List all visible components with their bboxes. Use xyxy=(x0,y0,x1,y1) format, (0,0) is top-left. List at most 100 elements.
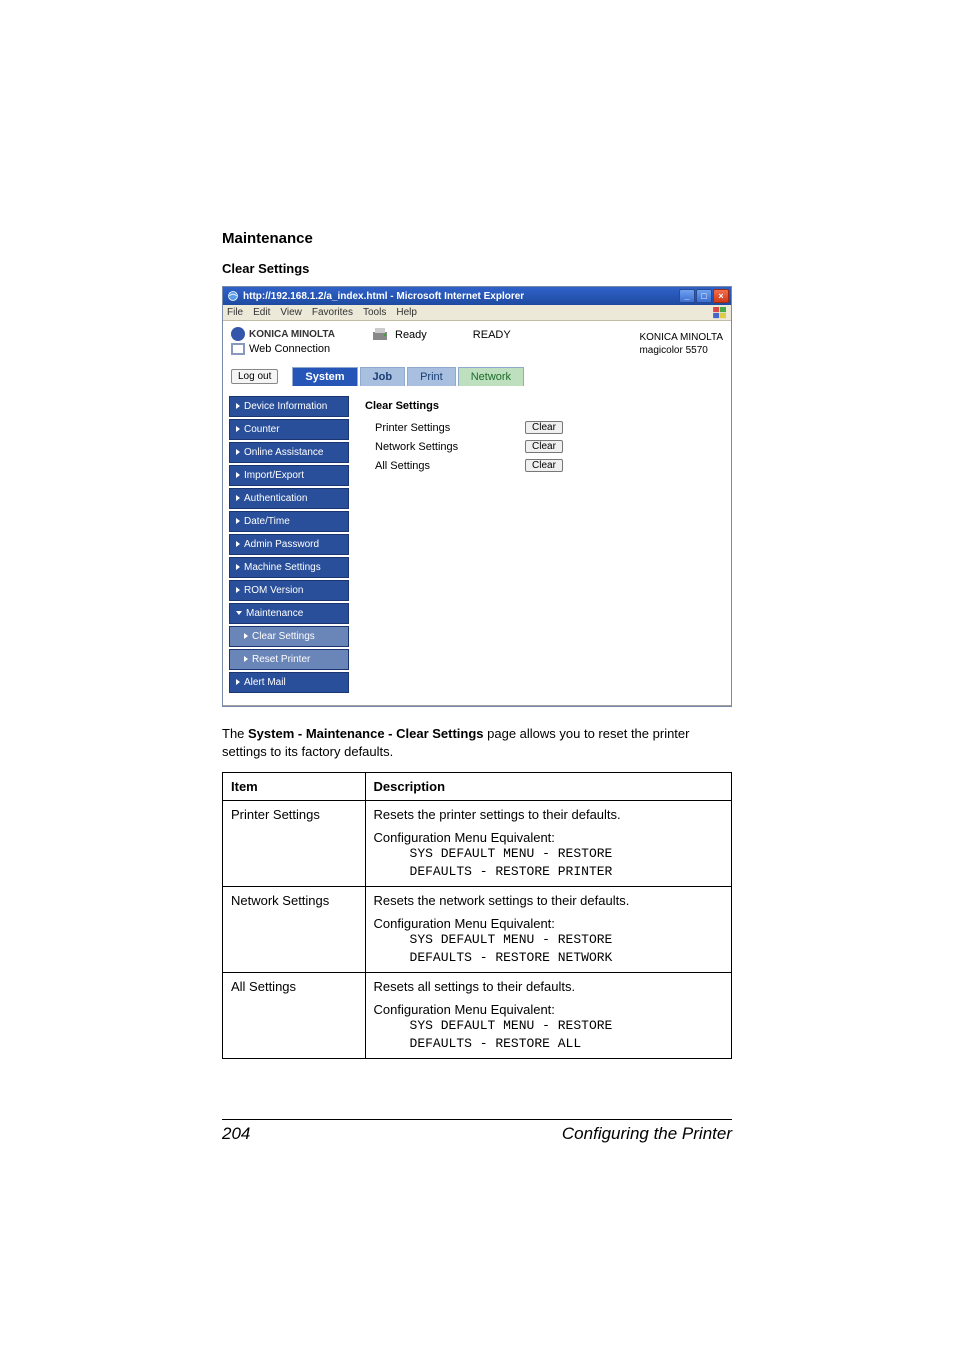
chevron-right-icon xyxy=(244,633,248,639)
paragraph-prefix: The xyxy=(222,726,248,741)
panel-title: Clear Settings xyxy=(365,400,721,412)
sidebar-item-label: Counter xyxy=(244,424,280,435)
sidebar-item-label: Reset Printer xyxy=(252,654,310,665)
settings-table: Item Description Printer SettingsResets … xyxy=(222,772,732,1059)
sidebar-item-label: Date/Time xyxy=(244,516,290,527)
logout-button[interactable]: Log out xyxy=(231,369,278,384)
minimize-button[interactable]: _ xyxy=(679,289,695,303)
table-cell-item: Printer Settings xyxy=(223,801,366,887)
tab-system[interactable]: System xyxy=(292,367,357,386)
table-row: Network SettingsResets the network setti… xyxy=(223,887,732,973)
table-row: Printer SettingsResets the printer setti… xyxy=(223,801,732,887)
setting-row: All SettingsClear xyxy=(365,456,721,475)
brand-icon xyxy=(231,327,245,341)
sidebar-item[interactable]: Maintenance xyxy=(229,603,349,624)
description-text: Resets all settings to their defaults. xyxy=(374,979,723,994)
description-text: Resets the network settings to their def… xyxy=(374,893,723,908)
col-description: Description xyxy=(365,773,731,801)
ie-icon xyxy=(227,290,239,302)
sidebar-item[interactable]: Alert Mail xyxy=(229,672,349,693)
status-big: READY xyxy=(473,329,511,341)
device-name-1: KONICA MINOLTA xyxy=(639,331,723,344)
sidebar-item[interactable]: Admin Password xyxy=(229,534,349,555)
table-cell-item: All Settings xyxy=(223,973,366,1059)
page-footer: 204 Configuring the Printer xyxy=(222,1124,732,1144)
windows-flag-icon xyxy=(713,307,727,319)
browser-window: http://192.168.1.2/a_index.html - Micros… xyxy=(222,286,732,707)
subbrand: Web Connection xyxy=(231,343,361,355)
setting-row: Network SettingsClear xyxy=(365,437,721,456)
clear-button[interactable]: Clear xyxy=(525,440,563,453)
printer-icon xyxy=(371,327,389,343)
sidebar-item[interactable]: Authentication xyxy=(229,488,349,509)
chevron-right-icon xyxy=(236,564,240,570)
intro-paragraph: The System - Maintenance - Clear Setting… xyxy=(222,725,732,760)
tab-network[interactable]: Network xyxy=(458,367,524,386)
sidebar-item-label: Online Assistance xyxy=(244,447,324,458)
table-row: All SettingsResets all settings to their… xyxy=(223,973,732,1059)
status-label: Ready xyxy=(395,329,427,341)
footer-title: Configuring the Printer xyxy=(562,1124,732,1144)
setting-row: Printer SettingsClear xyxy=(365,418,721,437)
config-menu-path: SYS DEFAULT MENU - RESTORE DEFAULTS - RE… xyxy=(410,1017,723,1052)
chevron-down-icon xyxy=(236,611,242,615)
pagescope-icon xyxy=(231,343,245,355)
chevron-right-icon xyxy=(236,587,240,593)
section-subheading: Clear Settings xyxy=(222,261,732,276)
device-name-2: magicolor 5570 xyxy=(639,344,723,357)
menu-edit[interactable]: Edit xyxy=(253,307,270,318)
chevron-right-icon xyxy=(236,449,240,455)
sidebar-item-label: Alert Mail xyxy=(244,677,286,688)
brand-text: KONICA MINOLTA xyxy=(249,329,335,340)
paragraph-bold: System - Maintenance - Clear Settings xyxy=(248,726,484,741)
sidebar-item[interactable]: Machine Settings xyxy=(229,557,349,578)
close-button[interactable]: × xyxy=(713,289,729,303)
sidebar-item[interactable]: Date/Time xyxy=(229,511,349,532)
config-menu-label: Configuration Menu Equivalent: xyxy=(374,1002,723,1017)
sidebar-item[interactable]: Import/Export xyxy=(229,465,349,486)
sidebar-item[interactable]: Online Assistance xyxy=(229,442,349,463)
chevron-right-icon xyxy=(236,518,240,524)
sidebar-item-label: Import/Export xyxy=(244,470,304,481)
sidebar: Device Information Counter Online Assistan… xyxy=(223,392,355,705)
sidebar-item[interactable]: Device Information xyxy=(229,396,349,417)
setting-label: All Settings xyxy=(365,460,525,472)
config-menu-label: Configuration Menu Equivalent: xyxy=(374,916,723,931)
table-cell-description: Resets all settings to their defaults. Co… xyxy=(365,973,731,1059)
clear-button[interactable]: Clear xyxy=(525,459,563,472)
sidebar-item-label: Maintenance xyxy=(246,608,303,619)
clear-button[interactable]: Clear xyxy=(525,421,563,434)
menu-favorites[interactable]: Favorites xyxy=(312,307,353,318)
config-menu-path: SYS DEFAULT MENU - RESTORE DEFAULTS - RE… xyxy=(410,931,723,966)
maximize-button[interactable]: □ xyxy=(696,289,712,303)
tab-job[interactable]: Job xyxy=(360,367,406,386)
chevron-right-icon xyxy=(236,679,240,685)
page-number: 204 xyxy=(222,1124,250,1144)
menu-help[interactable]: Help xyxy=(396,307,417,318)
sidebar-item-label: Admin Password xyxy=(244,539,319,550)
chevron-right-icon xyxy=(236,541,240,547)
sidebar-item-label: Clear Settings xyxy=(252,631,315,642)
table-cell-description: Resets the printer settings to their def… xyxy=(365,801,731,887)
title-bar: http://192.168.1.2/a_index.html - Micros… xyxy=(223,287,731,305)
sidebar-item-label: Authentication xyxy=(244,493,307,504)
config-menu-label: Configuration Menu Equivalent: xyxy=(374,830,723,845)
brand-label: KONICA MINOLTA xyxy=(231,327,361,341)
menu-file[interactable]: File xyxy=(227,307,243,318)
main-panel: Clear Settings Printer SettingsClearNetw… xyxy=(355,392,731,705)
sidebar-item[interactable]: ROM Version xyxy=(229,580,349,601)
chevron-right-icon xyxy=(236,495,240,501)
sidebar-item[interactable]: Reset Printer xyxy=(229,649,349,670)
setting-label: Network Settings xyxy=(365,441,525,453)
menu-tools[interactable]: Tools xyxy=(363,307,386,318)
chevron-right-icon xyxy=(244,656,248,662)
sidebar-item[interactable]: Counter xyxy=(229,419,349,440)
menu-view[interactable]: View xyxy=(280,307,302,318)
menu-bar: File Edit View Favorites Tools Help xyxy=(223,305,731,321)
sidebar-item-label: ROM Version xyxy=(244,585,303,596)
section-heading: Maintenance xyxy=(222,230,732,247)
chevron-right-icon xyxy=(236,403,240,409)
tab-print[interactable]: Print xyxy=(407,367,456,386)
setting-label: Printer Settings xyxy=(365,422,525,434)
sidebar-item[interactable]: Clear Settings xyxy=(229,626,349,647)
